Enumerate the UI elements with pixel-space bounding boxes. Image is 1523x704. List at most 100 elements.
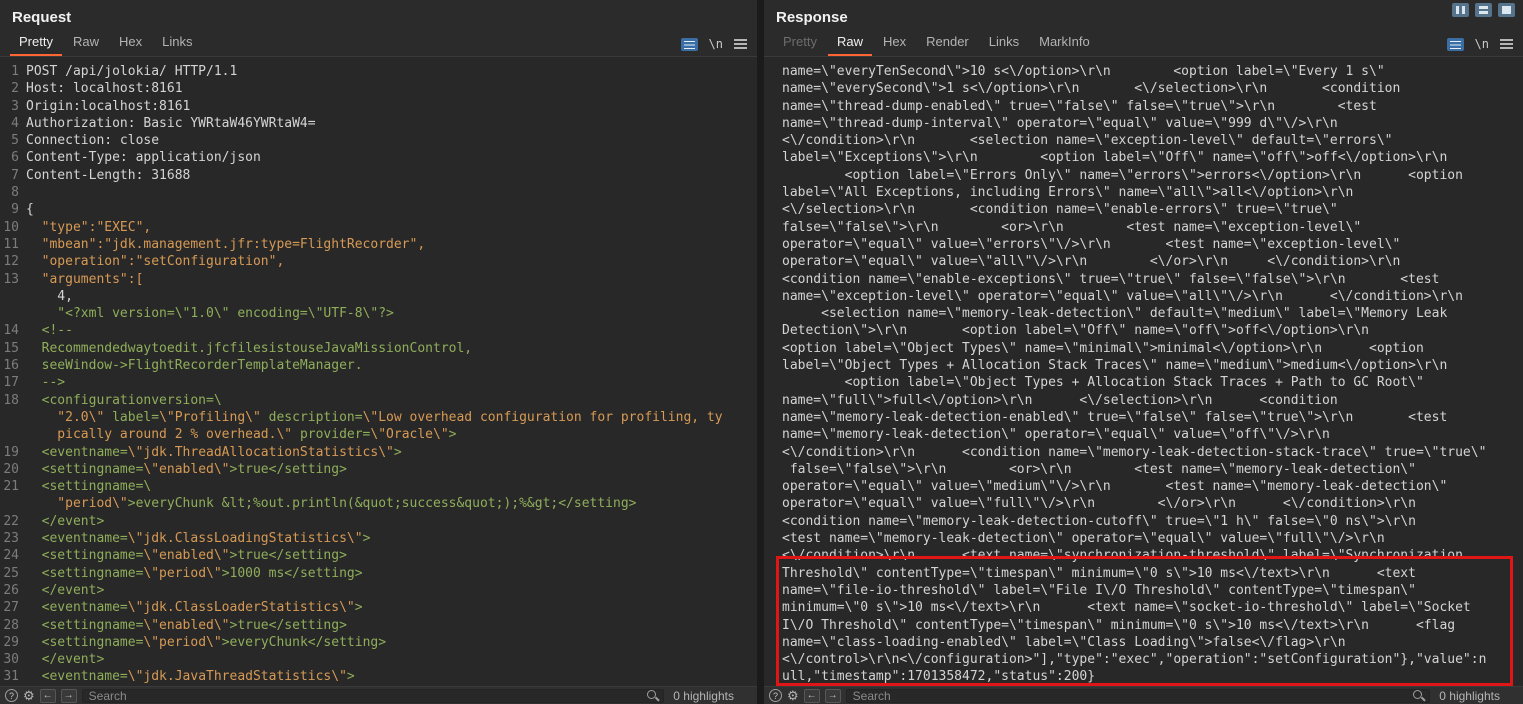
request-code-line: 31 <eventname=\"jdk.JavaThreadStatistics…	[0, 668, 757, 685]
response-code-line: I\/O Threshold\" contentType=\"timespan\…	[764, 617, 1523, 634]
response-code-line: operator=\"equal\" value=\"all\"\/>\r\n …	[764, 253, 1523, 270]
line-number: 17	[0, 374, 26, 391]
search-magnifier-icon[interactable]	[1412, 689, 1425, 702]
request-code-line: "period\">everyChunk &lt;%out.println(&q…	[0, 495, 757, 512]
tab-links[interactable]: Links	[980, 31, 1028, 56]
line-number: 21	[0, 478, 26, 495]
request-code-line: 27 <eventname=\"jdk.ClassLoaderStatistic…	[0, 599, 757, 616]
request-code-line: 1POST /api/jolokia/ HTTP/1.1	[0, 63, 757, 80]
tab-render[interactable]: Render	[917, 31, 978, 56]
line-number: 9	[0, 201, 26, 218]
tab-raw[interactable]: Raw	[828, 31, 872, 56]
response-code-line: name=\"file-io-threshold\" label=\"File …	[764, 582, 1523, 599]
response-code-line: name=\"thread-dump-interval\" operator=\…	[764, 115, 1523, 132]
line-number: 27	[0, 599, 26, 616]
line-number	[0, 495, 26, 512]
response-search-input[interactable]	[847, 689, 1413, 703]
request-code-line: 4Authorization: Basic YWRtaW46YWRtaW4=	[0, 115, 757, 132]
tab-hex[interactable]: Hex	[874, 31, 915, 56]
line-number: 2	[0, 80, 26, 97]
response-code-line: name=\"memory-leak-detection-enabled\" t…	[764, 409, 1523, 426]
request-search-input[interactable]	[83, 689, 647, 703]
response-code-line: label=\"All Exceptions, including Errors…	[764, 184, 1523, 201]
request-code-line: 16 seeWindow->FlightRecorderTemplateMana…	[0, 357, 757, 374]
response-code-line: <\/condition>\r\n <condition name=\"memo…	[764, 444, 1523, 461]
line-number: 4	[0, 115, 26, 132]
request-code-line: 12 "operation":"setConfiguration",	[0, 253, 757, 270]
search-prev-button[interactable]: ←	[804, 689, 820, 703]
single-layout-icon	[1502, 6, 1511, 14]
search-next-button[interactable]: →	[61, 689, 77, 703]
line-number: 19	[0, 444, 26, 461]
request-code-line: 14 <!--	[0, 322, 757, 339]
line-number: 29	[0, 634, 26, 651]
search-settings-gear-icon[interactable]: ⚙	[23, 689, 35, 702]
request-code-line: 4,	[0, 288, 757, 305]
editor-menu-icon[interactable]	[1500, 39, 1513, 49]
help-icon[interactable]: ?	[5, 689, 18, 702]
line-number: 14	[0, 322, 26, 339]
search-prev-button[interactable]: ←	[40, 689, 56, 703]
response-code-line: name=\"thread-dump-enabled\" true=\"fals…	[764, 98, 1523, 115]
request-code-line: 5Connection: close	[0, 132, 757, 149]
request-tabbar: PrettyRawHexLinks \n	[0, 30, 757, 57]
line-number: 23	[0, 530, 26, 547]
response-code-line: label=\"Exceptions\">\r\n <option label=…	[764, 149, 1523, 166]
rows-layout-icon	[1479, 6, 1488, 14]
request-panel-title: Request	[0, 0, 757, 30]
search-next-button[interactable]: →	[825, 689, 841, 703]
layout-columns-button[interactable]	[1452, 3, 1469, 17]
request-code-line: pically around 2 % overhead.\" provider=…	[0, 426, 757, 443]
line-number: 22	[0, 513, 26, 530]
request-code-line: 13 "arguments":[	[0, 271, 757, 288]
search-magnifier-icon[interactable]	[646, 689, 659, 702]
wrap-lines-icon[interactable]	[1447, 38, 1464, 51]
line-number: 26	[0, 582, 26, 599]
panel-split-handle[interactable]	[757, 0, 764, 704]
request-panel: Request PrettyRawHexLinks \n 1POST /api/…	[0, 0, 757, 704]
response-editor[interactable]: name=\"everyTenSecond\">10 s<\/option>\r…	[764, 57, 1523, 686]
search-settings-gear-icon[interactable]: ⚙	[787, 689, 799, 702]
tab-links[interactable]: Links	[153, 31, 201, 56]
layout-single-button[interactable]	[1498, 3, 1515, 17]
line-number: 10	[0, 219, 26, 236]
response-code-line: name=\"everyTenSecond\">10 s<\/option>\r…	[764, 63, 1523, 80]
request-tabs: PrettyRawHexLinks	[10, 31, 203, 56]
show-newlines-icon[interactable]: \n	[1475, 37, 1489, 51]
tab-hex[interactable]: Hex	[110, 31, 151, 56]
response-code-line: <\/selection>\r\n <condition name=\"enab…	[764, 201, 1523, 218]
line-number: 5	[0, 132, 26, 149]
line-number: 30	[0, 651, 26, 668]
wrap-lines-icon[interactable]	[681, 38, 698, 51]
tab-pretty[interactable]: Pretty	[774, 31, 826, 56]
response-code-line: false=\"false\">\r\n <or>\r\n <test name…	[764, 219, 1523, 236]
request-code-line: 23 <eventname=\"jdk.ClassLoadingStatisti…	[0, 530, 757, 547]
line-number: 8	[0, 184, 26, 201]
editor-menu-icon[interactable]	[734, 39, 747, 49]
response-code-line: false=\"false\">\r\n <or>\r\n <test name…	[764, 461, 1523, 478]
line-number: 3	[0, 98, 26, 115]
show-newlines-icon[interactable]: \n	[709, 37, 723, 51]
line-number: 18	[0, 392, 26, 409]
line-number: 25	[0, 565, 26, 582]
response-code-line: Threshold\" contentType=\"timespan\" min…	[764, 565, 1523, 582]
line-number: 12	[0, 253, 26, 270]
tab-markinfo[interactable]: MarkInfo	[1030, 31, 1099, 56]
request-code-line: 20 <settingname=\"enabled\">true</settin…	[0, 461, 757, 478]
request-code-line: 9{	[0, 201, 757, 218]
response-code-line: <\/condition>\r\n <selection name=\"exce…	[764, 132, 1523, 149]
request-search-field	[82, 689, 665, 703]
request-editor[interactable]: 1POST /api/jolokia/ HTTP/1.12Host: local…	[0, 57, 757, 686]
response-code-line: name=\"exception-level\" operator=\"equa…	[764, 288, 1523, 305]
line-number: 20	[0, 461, 26, 478]
line-number: 31	[0, 668, 26, 685]
response-code-line: <test name=\"memory-leak-detection\" ope…	[764, 530, 1523, 547]
request-code-line: 10 "type":"EXEC",	[0, 219, 757, 236]
response-code-line: label=\"Object Types + Allocation Stack …	[764, 357, 1523, 374]
tab-raw[interactable]: Raw	[64, 31, 108, 56]
line-number	[0, 426, 26, 443]
tab-pretty[interactable]: Pretty	[10, 31, 62, 56]
request-code-line: 22 </event>	[0, 513, 757, 530]
help-icon[interactable]: ?	[769, 689, 782, 702]
layout-rows-button[interactable]	[1475, 3, 1492, 17]
